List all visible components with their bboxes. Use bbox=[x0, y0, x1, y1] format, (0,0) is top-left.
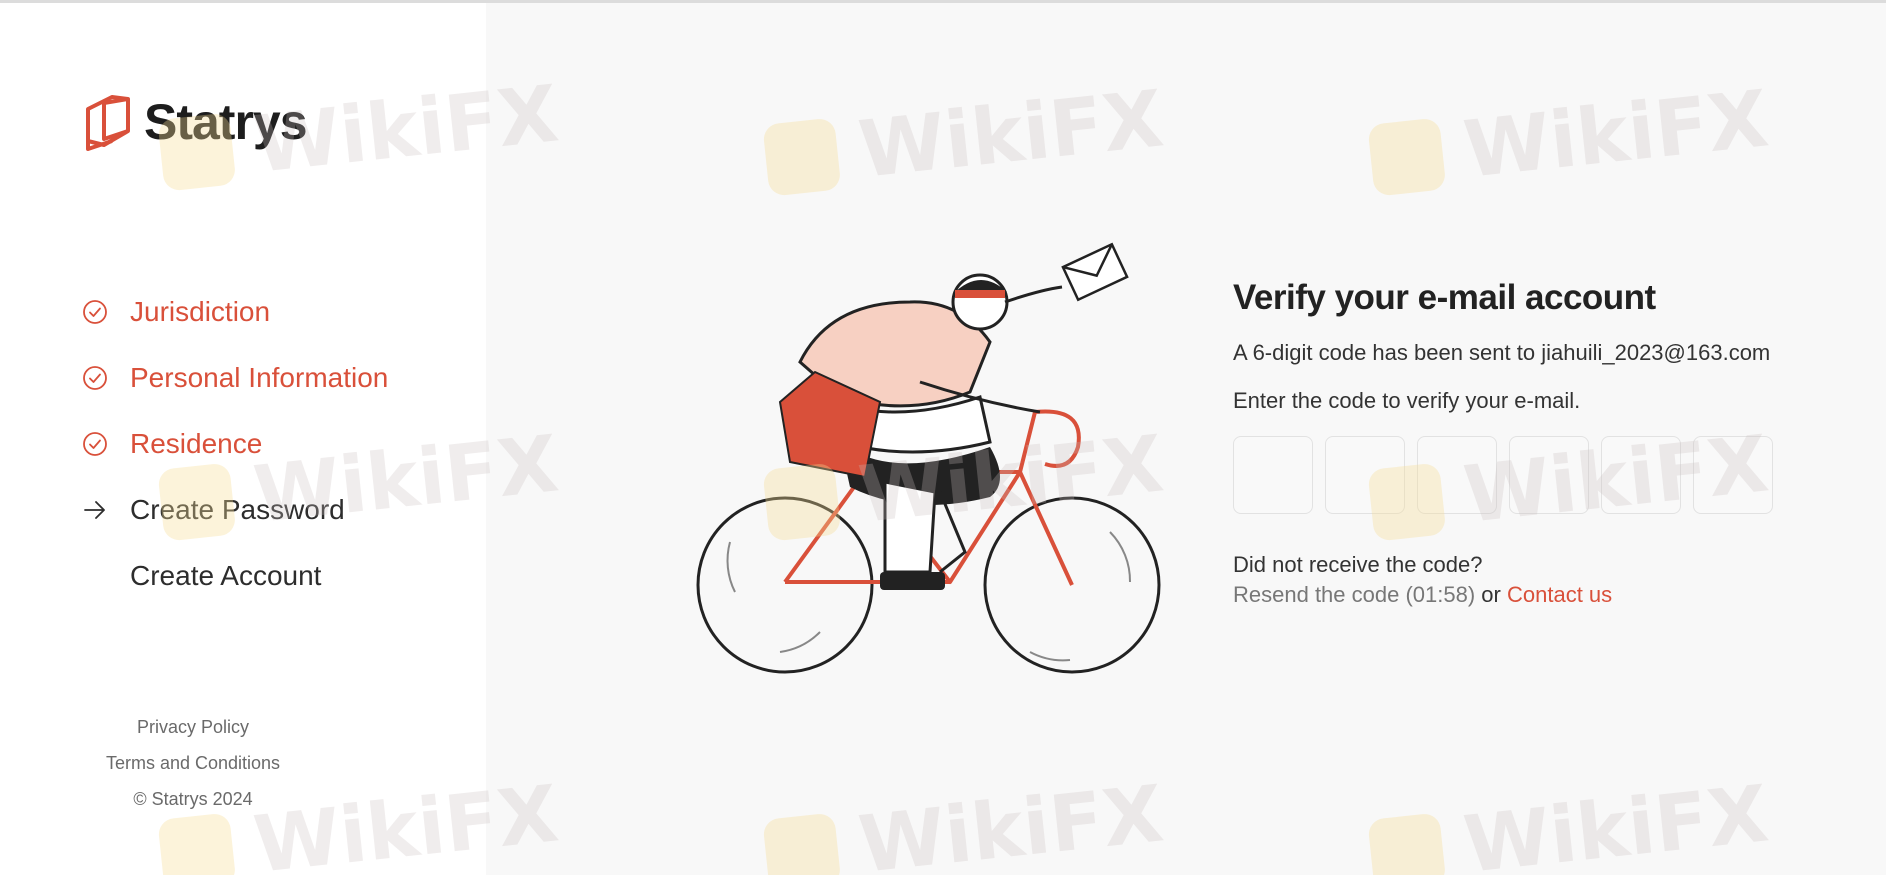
step-create-account: Create Account bbox=[80, 543, 388, 609]
check-circle-icon bbox=[80, 363, 110, 393]
not-received-text: Did not receive the code? bbox=[1233, 552, 1483, 577]
check-circle-icon bbox=[80, 429, 110, 459]
step-label: Residence bbox=[130, 428, 263, 459]
code-digit-5[interactable] bbox=[1601, 436, 1681, 514]
verify-email-panel: Verify your e-mail account A 6-digit cod… bbox=[1233, 278, 1833, 610]
terms-link[interactable]: Terms and Conditions bbox=[0, 745, 386, 781]
code-digit-1[interactable] bbox=[1233, 436, 1313, 514]
cyclist-illustration bbox=[696, 242, 1161, 674]
check-circle-icon bbox=[80, 297, 110, 327]
instruction-text: Enter the code to verify your e-mail. bbox=[1233, 388, 1581, 413]
or-text: or bbox=[1481, 582, 1501, 607]
step-jurisdiction: Jurisdiction bbox=[80, 279, 388, 345]
watermark: WikiFX bbox=[761, 769, 1167, 875]
step-residence: Residence bbox=[80, 411, 388, 477]
watermark: WikiFX bbox=[1366, 74, 1772, 205]
code-digit-6[interactable] bbox=[1693, 436, 1773, 514]
code-digit-3[interactable] bbox=[1417, 436, 1497, 514]
privacy-policy-link[interactable]: Privacy Policy bbox=[0, 709, 386, 745]
copyright: © Statrys 2024 bbox=[133, 789, 253, 809]
statrys-logo[interactable]: Statrys bbox=[82, 91, 308, 153]
step-label: Personal Information bbox=[130, 362, 389, 393]
page-title: Verify your e-mail account bbox=[1233, 278, 1656, 317]
code-input-group bbox=[1233, 436, 1833, 514]
step-personal-information: Personal Information bbox=[80, 345, 388, 411]
sidebar: Statrys Jurisdiction Personal Informatio… bbox=[0, 3, 486, 875]
arrow-right-icon bbox=[80, 495, 110, 525]
resend-help: Did not receive the code? Resend the cod… bbox=[1233, 550, 1833, 610]
code-digit-2[interactable] bbox=[1325, 436, 1405, 514]
contact-us-link[interactable]: Contact us bbox=[1507, 582, 1612, 607]
step-label: Create Account bbox=[130, 560, 322, 591]
step-label: Jurisdiction bbox=[130, 296, 271, 327]
code-sent-text: A 6-digit code has been sent to jiahuili… bbox=[1233, 340, 1771, 365]
code-digit-4[interactable] bbox=[1509, 436, 1589, 514]
signup-steps: Jurisdiction Personal Information Reside… bbox=[80, 279, 388, 609]
brand-name: Statrys bbox=[144, 94, 308, 150]
step-create-password: Create Password bbox=[80, 477, 388, 543]
footer-links: Privacy Policy Terms and Conditions © St… bbox=[0, 709, 386, 817]
resend-code-link[interactable]: Resend the code (01:58) bbox=[1233, 582, 1475, 607]
statrys-logo-icon bbox=[86, 95, 130, 151]
watermark: WikiFX bbox=[761, 74, 1167, 205]
step-label: Create Password bbox=[130, 494, 345, 525]
watermark: WikiFX bbox=[1366, 769, 1772, 875]
